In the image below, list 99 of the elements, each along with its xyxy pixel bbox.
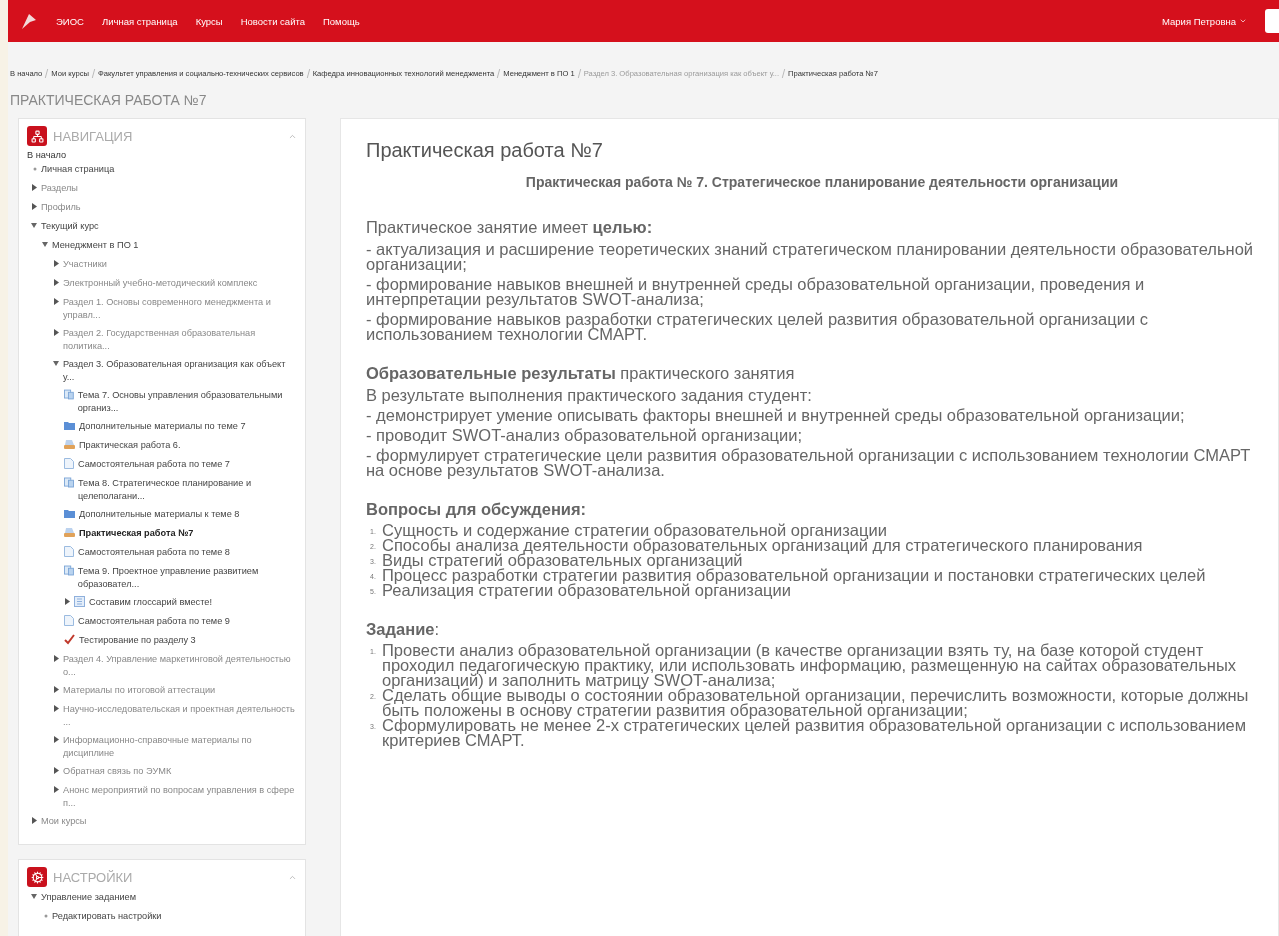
expanded-arrow-icon[interactable] [42,241,48,248]
nav-item[interactable]: Раздел 3. Образовательная организация как объект у... [63,358,297,384]
list-item: Сущность и содержание стратегии образовательной организации [382,523,887,538]
document-icon [64,565,74,576]
nav-item[interactable]: Дополнительные материалы по теме 7 [79,420,246,433]
list-item: Сделать общие выводы о состоянии образовательной организации, перечислить возможности, которые должны быть положены в основу стратегии развития образовательной организации; [382,688,1250,718]
nav-item[interactable]: Обратная связь по ЭУМК [63,765,172,778]
list-item: Провести анализ образовательной организации (в качестве организации взять ту, на базе которой студент проходил педагогическую практику, или использовать информацию, размещенную на сайтах образовательных организаций) и заполнить матрицу SWOT-анализа; [382,643,1238,688]
nav-item[interactable]: Тема 8. Стратегическое планирование и целеполагани... [77,477,297,503]
section-lead: Задание: [366,620,441,639]
nav-item[interactable]: Текущий курс [41,220,99,233]
assignment-subtitle: Практическая работа № 7. Стратегическое планирование деятельности организации [524,174,1120,190]
nav-item[interactable]: Научно-исследовательская и проектная деятельность ... [63,703,297,729]
menu-link[interactable]: Новости сайта [240,15,305,27]
collapsed-arrow-icon[interactable] [31,817,37,824]
list-item: Виды стратегий образовательных организаций [382,553,743,568]
collapsed-arrow-icon[interactable] [31,184,37,191]
paragraph: В результате выполнения практического задания студент: [366,388,813,403]
nav-item[interactable]: Раздел 2. Государственная образовательная политика... [63,327,297,353]
nav-item[interactable]: Самостоятельная работа по теме 9 [78,615,230,628]
sitemap-icon [27,126,47,146]
section-heading: Вопросы для обсуждения: [366,500,588,519]
page-heading: ПРАКТИЧЕСКАЯ РАБОТА №7 [10,92,208,108]
user-menu[interactable]: Мария Петровна [1162,15,1247,27]
page-icon [64,615,74,626]
collapsed-arrow-icon[interactable] [53,686,59,693]
collapsed-arrow-icon[interactable] [53,655,59,662]
nav-item[interactable]: Самостоятельная работа по теме 8 [78,546,230,559]
folder-icon [64,420,75,430]
paragraph: - формулирует стратегические цели развития образовательной организации с использованием технологии СМАРТ на основе результатов SWOT-анализа. [366,448,1252,478]
nav-item[interactable]: Практическая работа №7 [79,527,194,540]
nav-item[interactable]: Личная страница [41,163,115,176]
folder-icon [64,508,75,518]
collapsed-arrow-icon[interactable] [53,298,59,305]
nav-item[interactable]: Менеджмент в ПО 1 [52,239,139,252]
activity-title: Практическая работа №7 [366,139,604,162]
nav-item[interactable]: Раздел 4. Управление маркетинговой деятельностью о... [63,653,297,679]
bullet-icon [44,914,48,918]
expanded-arrow-icon[interactable] [31,893,37,900]
collapsed-arrow-icon[interactable] [53,736,59,743]
nav-item[interactable]: Участники [63,258,107,271]
collapsed-arrow-icon[interactable] [53,705,59,712]
collapsed-arrow-icon[interactable] [53,279,59,286]
collapsed-arrow-icon[interactable] [53,329,59,336]
collapsed-arrow-icon[interactable] [53,260,59,267]
nav-item[interactable]: Тестирование по разделу 3 [79,634,196,647]
nav-item[interactable]: Тема 7. Основы управления образовательными организ... [77,389,297,415]
collapsed-arrow-icon[interactable] [64,598,70,605]
panel-title: НАСТРОЙКИ [53,869,134,885]
collapsed-arrow-icon[interactable] [53,786,59,793]
page-icon [64,546,74,557]
bullet-icon [33,167,37,171]
assignment-icon [64,439,75,450]
nav-item[interactable]: Профиль [41,201,81,214]
glossary-icon [74,596,85,607]
nav-item[interactable]: Составим глоссарий вместе! [89,596,212,609]
assignment-icon [64,527,75,538]
expanded-arrow-icon[interactable] [31,222,37,229]
paragraph: - формирование навыков внешней и внутренней среды образовательной организации, проведения и интерпретации результатов SWOT-анализа; [366,277,1146,307]
nav-item[interactable]: Материалы по итоговой аттестации [63,684,216,697]
menu-link[interactable]: ЭИОС [56,15,84,27]
paragraph: - демонстрирует умение описывать факторы внешней и внутренней среды образовательной организации; [366,408,1186,423]
expanded-arrow-icon[interactable] [53,360,59,367]
collapsed-arrow-icon[interactable] [31,203,37,210]
document-icon [64,477,74,488]
checkmark-icon [64,634,75,645]
menu-link[interactable]: Личная страница [101,15,178,27]
nav-item[interactable]: В начало [27,150,297,160]
nav-item[interactable]: Мои курсы [41,815,87,828]
nav-item[interactable]: Электронный учебно-методический комплекс [63,277,258,290]
nav-item[interactable]: Информационно-справочные материалы по дисциплине [63,734,297,760]
menu-link[interactable]: Помощь [323,15,360,27]
document-icon [64,389,74,400]
nav-item[interactable]: Дополнительные материалы к теме 8 [79,508,240,521]
page-icon [64,458,74,469]
collapsed-arrow-icon[interactable] [53,767,59,774]
paragraph: - формирование навыков разработки стратегических целей развития образовательной организации с использованием технологии СМАРТ. [366,312,1149,342]
nav-item[interactable]: Разделы [41,182,78,195]
logo-icon[interactable] [20,12,38,30]
list-item: Реализация стратегии образовательной организации [382,583,791,598]
paragraph: - актуализация и расширение теоретических знаний стратегическом планировании деятельности образовательной организации; [366,242,1255,272]
list-item: Процесс разработки стратегии развития образовательной организации и постановки стратегических целей [382,568,1206,583]
paragraph: - проводит SWOT-анализ образовательной организации; [366,428,804,443]
caret-icon [1239,17,1247,25]
nav-item[interactable]: Анонс мероприятий по вопросам управления в сфере п... [63,784,297,810]
list-item: Способы анализа деятельности образовательных организаций для стратегического планирования [382,538,1143,553]
nav-item[interactable]: Практическая работа 6. [79,439,181,452]
nav-item[interactable]: Тема 9. Проектное управление развитием образовател... [77,565,297,591]
nav-item[interactable]: Самостоятельная работа по теме 7 [78,458,230,471]
list-item: Сформулировать не менее 2-х стратегических целей развития образовательной организации с использованием критериев СМАРТ. [382,718,1248,748]
nav-item[interactable]: Раздел 1. Основы современного менеджмента и управл... [63,296,297,322]
menu-link[interactable]: Курсы [195,15,223,27]
nav-item[interactable]: Управление заданием [41,891,137,904]
section-lead: Образовательные результаты практического занятия [366,364,796,383]
panel-title: НАВИГАЦИЯ [53,128,134,144]
section-lead: Практическое занятие имеет целью: [366,218,654,237]
search-field[interactable] [1265,9,1279,33]
nav-item[interactable]: Редактировать настройки [52,910,162,923]
gears-icon [27,867,47,887]
